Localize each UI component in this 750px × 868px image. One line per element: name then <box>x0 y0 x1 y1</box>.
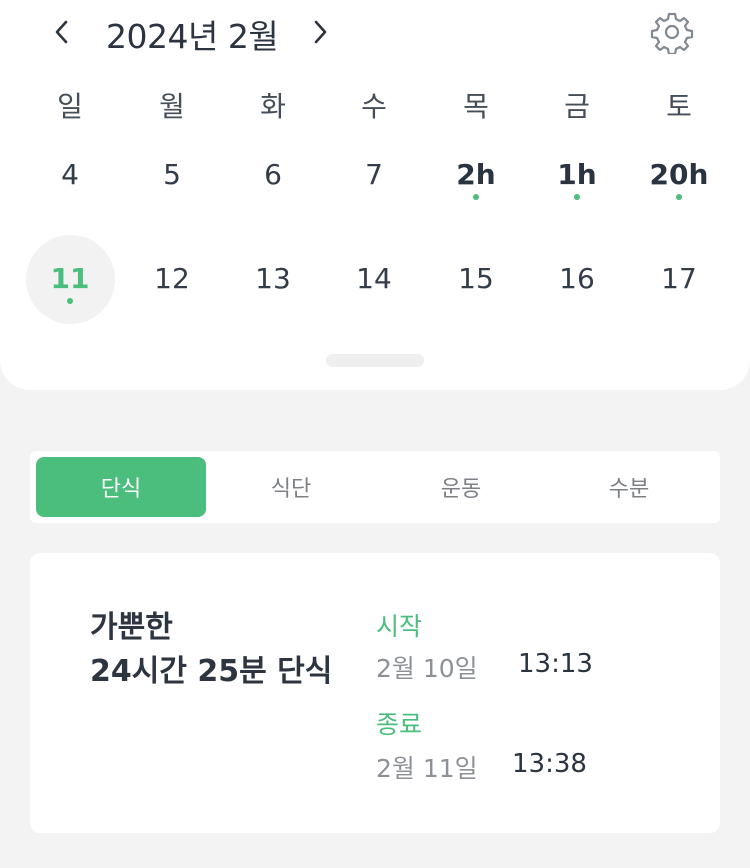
weekday-sun: 일 <box>57 90 83 123</box>
start-time: 13:13 <box>518 649 593 679</box>
gear-icon <box>650 12 694 56</box>
settings-button[interactable] <box>650 10 694 56</box>
fasting-title-line2: 24시간 25분 단식 <box>90 654 333 689</box>
record-dot <box>473 194 479 200</box>
day-cell[interactable]: 17 <box>634 261 724 297</box>
chevron-left-icon <box>55 20 68 44</box>
fasting-record-card[interactable]: 가뿐한 24시간 25분 단식 시작 2월 10일 13:13 종료 2월 11… <box>30 553 720 833</box>
start-date: 2월 10일 <box>376 654 478 683</box>
tab-water[interactable]: 수분 <box>544 457 714 517</box>
calendar-panel: 2024년 2월 일 월 화 수 목 금 토 4 5 6 7 2h 1h 20h <box>0 0 750 390</box>
day-cell-fasted[interactable]: 20h <box>634 157 724 205</box>
weekday-wed: 수 <box>361 90 387 123</box>
fasting-summary: 가뿐한 24시간 25분 단식 <box>90 606 332 694</box>
end-label: 종료 <box>376 710 423 739</box>
day-cell[interactable]: 14 <box>329 261 419 297</box>
record-dot <box>676 194 682 200</box>
end-time: 13:38 <box>512 749 587 779</box>
tab-fasting[interactable]: 단식 <box>36 457 206 517</box>
fasting-title-line1: 가뿐한 <box>90 610 173 645</box>
day-cell[interactable]: 5 <box>127 157 217 193</box>
weekday-sat: 토 <box>666 90 692 123</box>
category-tabs: 단식 식단 운동 수분 <box>30 451 720 523</box>
day-cell-fasted[interactable]: 1h <box>532 157 622 205</box>
expand-handle[interactable] <box>326 354 424 367</box>
day-cell[interactable]: 13 <box>228 261 318 297</box>
weekday-mon: 월 <box>159 90 185 123</box>
record-dot <box>67 298 73 304</box>
month-title: 2024년 2월 <box>106 17 279 56</box>
day-cell[interactable]: 7 <box>329 157 419 193</box>
day-cell[interactable]: 16 <box>532 261 622 297</box>
next-month-button[interactable] <box>302 14 338 50</box>
chevron-right-icon <box>314 20 327 44</box>
prev-month-button[interactable] <box>44 14 80 50</box>
day-cell-today[interactable]: 11 <box>25 261 115 309</box>
day-cell-fasted[interactable]: 2h <box>431 157 521 205</box>
start-label: 시작 <box>376 612 423 641</box>
day-cell[interactable]: 12 <box>127 261 217 297</box>
end-date: 2월 11일 <box>376 754 478 783</box>
day-cell[interactable]: 15 <box>431 261 521 297</box>
day-cell[interactable]: 6 <box>228 157 318 193</box>
day-cell[interactable]: 4 <box>25 157 115 193</box>
tab-diet[interactable]: 식단 <box>206 457 376 517</box>
tab-exercise[interactable]: 운동 <box>376 457 546 517</box>
record-dot <box>574 194 580 200</box>
weekday-thu: 목 <box>463 90 489 123</box>
weekday-fri: 금 <box>564 90 590 123</box>
weekday-tue: 화 <box>260 90 286 123</box>
